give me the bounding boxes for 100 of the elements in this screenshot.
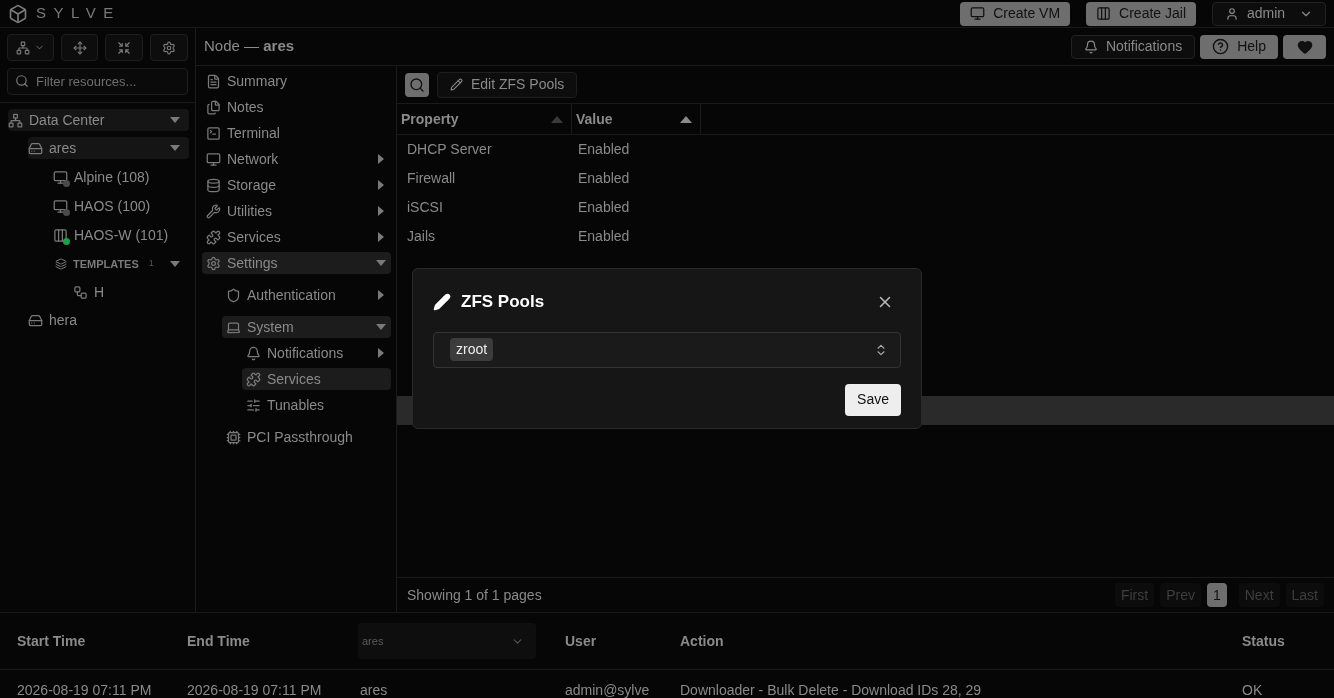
tree-item[interactable]: Alpine (108)	[53, 166, 189, 188]
tree-label: H	[94, 282, 105, 302]
expand-button[interactable]	[60, 34, 99, 61]
tree-item[interactable]: HAOS-W (101)	[53, 224, 189, 246]
table-cell-text: iSCSI	[406, 198, 444, 217]
help-button[interactable]: Help	[1200, 34, 1278, 59]
table-cell-text: ares	[359, 680, 389, 698]
nav-item[interactable]: Authentication	[222, 284, 391, 306]
tree-icon	[55, 258, 67, 270]
search-icon	[15, 74, 29, 88]
table-cell-text: Enabled	[577, 169, 630, 188]
column-header[interactable]: Value	[572, 104, 701, 134]
expand-arrows-icon	[72, 40, 87, 55]
column-header: Action	[680, 631, 725, 651]
monitor-icon	[970, 6, 986, 21]
nav-item[interactable]: Services	[242, 368, 391, 390]
nav-item[interactable]: Tunables	[242, 394, 391, 416]
nav-icon	[206, 203, 221, 219]
table-row[interactable]: DHCP Server Enabled	[397, 135, 1334, 164]
tree-icon	[53, 227, 68, 243]
tree-label: Data Center	[29, 110, 105, 130]
nav-icon	[206, 151, 221, 167]
tree-label: ares	[49, 138, 77, 158]
tree-icon	[73, 284, 88, 300]
hierarchy-icon	[15, 40, 30, 55]
search-button[interactable]	[405, 72, 429, 97]
table-row[interactable]: iSCSI Enabled	[397, 193, 1334, 222]
column-header[interactable]: Property	[397, 104, 572, 134]
nav-item[interactable]: System	[222, 316, 391, 338]
notifications-button[interactable]: Notifications	[1070, 34, 1196, 59]
pagination-info: Showing 1 of 1 pages	[407, 585, 543, 605]
tree-label: TEMPLATES	[73, 256, 139, 272]
pool-tag: zroot	[450, 338, 494, 361]
tree-item[interactable]: TEMPLATES 1	[55, 253, 189, 275]
create-button[interactable]: Create VM	[960, 1, 1071, 26]
nav-item[interactable]: Terminal	[202, 122, 391, 144]
table-cell-text: admin@sylve	[565, 680, 651, 698]
collapse-button[interactable]	[105, 34, 144, 61]
edit-zfs-pools-button[interactable]: Edit ZFS Pools	[437, 71, 578, 98]
nav-item[interactable]: Services	[202, 226, 391, 248]
tree-item[interactable]: H	[73, 281, 189, 303]
zfs-pool-select[interactable]: zroot	[433, 331, 901, 368]
filter-field[interactable]: Filter resources...	[7, 68, 188, 95]
tree-label: HAOS (100)	[74, 196, 151, 216]
table-cell-text: Jails	[406, 227, 436, 246]
column-header: Status	[1242, 631, 1286, 651]
dialog-title: ZFS Pools	[461, 291, 546, 313]
nav-icon	[206, 229, 221, 245]
tree-item[interactable]: Data Center	[8, 109, 189, 131]
user-icon	[1225, 6, 1239, 21]
table-cell-text: Enabled	[577, 140, 630, 159]
tree-icon	[28, 312, 43, 328]
nav-icon	[226, 287, 241, 303]
favorite-button[interactable]	[1283, 34, 1326, 59]
sort-ascending-icon[interactable]	[680, 115, 692, 123]
nav-item[interactable]: Utilities	[202, 200, 391, 222]
column-header: End Time	[186, 631, 251, 651]
tree-icon	[53, 198, 68, 214]
tree-view-button[interactable]	[7, 34, 54, 61]
save-button[interactable]: Save	[845, 383, 901, 416]
nav-icon	[246, 371, 261, 387]
table-row[interactable]: Firewall Enabled	[397, 164, 1334, 193]
tree-label: HAOS-W (101)	[74, 225, 169, 245]
table-cell-text: Firewall	[406, 169, 457, 188]
nav-item[interactable]: Network	[202, 148, 391, 170]
nav-icon	[206, 125, 221, 141]
nav-item[interactable]: Summary	[202, 70, 391, 92]
breadcrumb-title: Node — ares	[204, 36, 295, 57]
nav-icon	[246, 345, 261, 361]
tree-label: hera	[49, 310, 78, 330]
tree-icon	[53, 169, 68, 185]
nav-item[interactable]: Notes	[202, 96, 391, 118]
logo-icon	[8, 3, 28, 24]
tree-icon	[8, 112, 23, 128]
user-menu-button[interactable]: admin	[1212, 1, 1326, 26]
nav-icon	[226, 429, 241, 445]
nav-icon	[226, 319, 241, 335]
collapse-arrows-icon	[117, 40, 132, 55]
column-header: Start Time	[16, 631, 87, 651]
tree-item[interactable]: ares	[28, 137, 189, 159]
table-row[interactable]: Jails Enabled	[397, 222, 1334, 251]
create-button[interactable]: Create Jail	[1086, 1, 1196, 26]
tree-item[interactable]: HAOS (100)	[53, 195, 189, 217]
columns-icon	[1096, 6, 1112, 21]
settings-button[interactable]	[150, 34, 188, 61]
nav-item[interactable]: Storage	[202, 174, 391, 196]
table-cell-text: Downloader - Bulk Delete - Download IDs 28, 29	[680, 680, 983, 698]
table-cell-text: Enabled	[577, 198, 630, 217]
page-button[interactable]: 1	[1206, 583, 1227, 607]
help-icon	[1212, 38, 1230, 55]
nav-item[interactable]: Notifications	[242, 342, 391, 364]
table-cell-text: 2026-08-19 07:11 PM	[16, 680, 153, 698]
pencil-icon	[450, 78, 463, 91]
table-cell-text: OK	[1242, 680, 1264, 698]
pencil-icon	[433, 292, 451, 311]
table-cell-text: 2026-08-19 07:11 PM	[186, 680, 323, 698]
nav-item[interactable]: PCI Passthrough	[222, 426, 391, 448]
nav-item[interactable]: Settings	[202, 252, 391, 274]
heart-icon	[1296, 38, 1313, 55]
tree-item[interactable]: hera	[28, 309, 189, 331]
